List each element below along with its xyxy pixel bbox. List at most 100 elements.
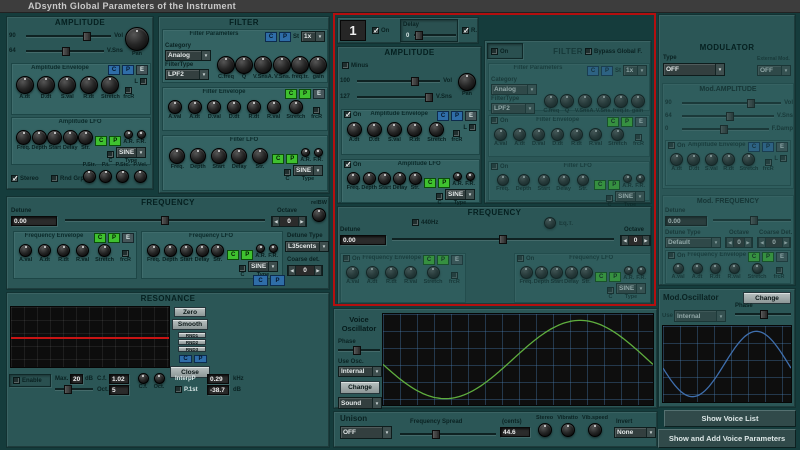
p-button[interactable]: P [437, 255, 449, 265]
phase-slider[interactable] [735, 310, 791, 319]
c-button[interactable]: C [108, 65, 120, 75]
lfo-type-dropdown[interactable]: SINE▼ [248, 261, 278, 272]
checkbox[interactable] [344, 161, 351, 168]
e-button[interactable]: E [635, 117, 647, 127]
e-button[interactable]: E [136, 65, 148, 75]
lock-checkbox[interactable] [780, 155, 787, 162]
decrement-icon[interactable]: ◀ [621, 236, 629, 245]
invert-dropdown[interactable]: None▼ [614, 427, 656, 438]
f-r-knob[interactable] [466, 172, 475, 181]
p-button[interactable]: P [286, 154, 298, 164]
r-dt-knob[interactable] [57, 244, 70, 257]
on-checkbox[interactable]: On [344, 161, 361, 168]
checkbox[interactable] [491, 117, 498, 124]
mod-velocity-slider[interactable] [682, 112, 774, 121]
detune-type-dropdown[interactable]: Default▼ [665, 237, 721, 248]
modulator-type-dropdown[interactable]: OFF▼ [663, 63, 725, 76]
p-button[interactable]: P [109, 136, 121, 146]
external-mod-dropdown[interactable]: OFF▼ [757, 65, 791, 76]
e-button[interactable]: E [776, 252, 788, 262]
detune-slider[interactable] [713, 216, 791, 225]
stereo-knob[interactable] [538, 423, 552, 437]
detune-field[interactable]: 0.00 [11, 216, 57, 226]
s-val-knob[interactable] [58, 76, 76, 94]
a-dt-knob[interactable] [513, 128, 526, 141]
increment-icon[interactable]: ▶ [298, 217, 306, 226]
a-dt-knob[interactable] [692, 263, 703, 274]
v-snsa-knob[interactable] [254, 56, 272, 74]
category-dropdown[interactable]: Analog▼ [165, 50, 211, 61]
detune-field[interactable]: 0.00 [665, 216, 707, 226]
f-r-knob[interactable] [637, 266, 646, 275]
decrement-icon[interactable]: ◀ [726, 238, 734, 247]
octaves-field[interactable]: 5 [109, 385, 129, 395]
a-dt-knob[interactable] [188, 100, 202, 114]
continuous-checkbox[interactable] [284, 169, 291, 176]
a-r-knob[interactable] [124, 130, 133, 139]
d-dt-knob[interactable] [227, 100, 241, 114]
start-knob[interactable] [378, 172, 391, 185]
freq-tr-knob[interactable] [614, 94, 628, 108]
stretch-knob[interactable] [101, 76, 119, 94]
freq-knob[interactable] [169, 148, 185, 164]
a-val-knob[interactable] [673, 263, 684, 274]
depth-knob[interactable] [164, 244, 177, 257]
a-val-knob[interactable] [346, 266, 359, 279]
d-dt-knob[interactable] [551, 128, 564, 141]
p-button[interactable]: P [438, 178, 450, 188]
delay-knob[interactable] [565, 266, 578, 279]
frcr-checkbox[interactable] [776, 267, 783, 274]
p-button[interactable]: P [299, 89, 311, 99]
v-sns-knob[interactable] [597, 94, 611, 108]
checkbox[interactable] [668, 142, 675, 149]
sound-dropdown[interactable]: Sound▼ [338, 397, 382, 409]
increment-icon[interactable]: ▶ [782, 238, 790, 247]
e-button[interactable]: E [451, 255, 463, 265]
on-checkbox[interactable]: On [344, 111, 361, 118]
depth-knob[interactable] [363, 172, 376, 185]
stages-dropdown[interactable]: 1x▼ [623, 65, 647, 76]
str-knob[interactable] [211, 244, 224, 257]
p-button[interactable]: P [601, 66, 613, 76]
a-dt-knob[interactable] [38, 244, 51, 257]
vibratto-knob[interactable] [561, 423, 575, 437]
filtertype-dropdown[interactable]: LPF2▼ [491, 103, 535, 114]
start-knob[interactable] [538, 174, 550, 186]
lfo-type-dropdown[interactable]: SINE▼ [445, 189, 475, 200]
lfo-type-dropdown[interactable]: SINE▼ [293, 165, 323, 176]
rnd1-button[interactable]: RND1 [178, 332, 206, 338]
rnd2-button[interactable]: RND2 [178, 339, 206, 345]
c-button[interactable]: C [95, 136, 107, 146]
frcr-checkbox[interactable] [125, 87, 132, 94]
paste-button[interactable]: P [270, 275, 285, 286]
str-knob[interactable] [577, 174, 589, 186]
v-snsa-knob[interactable] [578, 94, 592, 108]
vib-speed-knob[interactable] [588, 423, 602, 437]
delay-knob[interactable] [393, 172, 406, 185]
r-dt-knob[interactable] [722, 153, 735, 166]
a-dt-knob[interactable] [347, 122, 362, 137]
minus-checkbox[interactable]: Minus [342, 62, 368, 69]
change-oscillator-button[interactable]: Change [340, 381, 380, 394]
c-button[interactable]: C [265, 32, 277, 42]
frcr-checkbox[interactable] [122, 250, 129, 257]
frcr-checkbox[interactable] [453, 130, 460, 137]
e-button[interactable]: E [465, 111, 477, 121]
p-button[interactable]: P [122, 65, 134, 75]
stretch-knob[interactable] [742, 153, 755, 166]
c-button[interactable]: C [748, 252, 760, 262]
r-dt-knob[interactable] [247, 100, 261, 114]
p-button[interactable]: P [279, 32, 291, 42]
lfo-type-dropdown[interactable]: SINE▼ [616, 283, 646, 294]
zero-button[interactable]: Zero [174, 307, 206, 317]
a-r-knob[interactable] [623, 174, 632, 183]
r-val-knob[interactable] [76, 244, 89, 257]
depth-knob[interactable] [518, 174, 530, 186]
bypass-global-filter-checkbox[interactable]: Bypass Global F. [585, 48, 642, 55]
p-button[interactable]: P [451, 111, 463, 121]
delay-knob[interactable] [63, 130, 78, 145]
freq-knob[interactable] [497, 174, 509, 186]
a-dt-knob[interactable] [366, 266, 379, 279]
c-freq-knob[interactable] [544, 94, 558, 108]
equal-temperament-knob[interactable] [544, 217, 556, 229]
